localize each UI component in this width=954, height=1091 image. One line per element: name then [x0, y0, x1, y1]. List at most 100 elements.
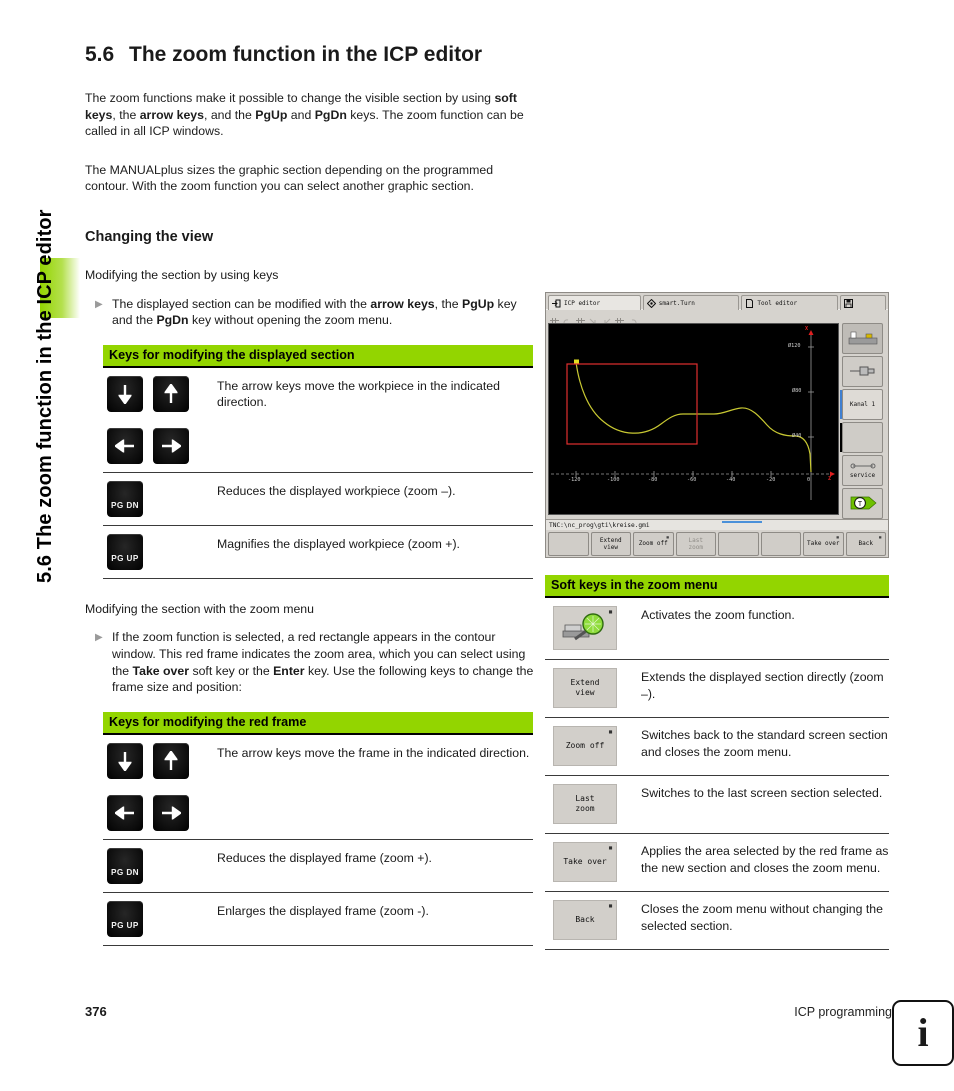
y-tick-label: Ø40	[792, 433, 802, 439]
page-down-key-icon[interactable]: PG DN	[107, 480, 143, 517]
softkey-extend-view[interactable]: Extend view	[590, 532, 631, 556]
y-tick-label: Ø80	[792, 388, 802, 394]
x-tick-label: -40	[726, 477, 736, 483]
pg-dn-label: PG DN	[111, 500, 139, 510]
softkey-label: Zoom off	[565, 741, 605, 750]
softkey-last-zoom[interactable]: Last zoom	[675, 532, 716, 556]
key-group	[103, 742, 217, 779]
softkey-last-zoom[interactable]: Last zoom	[553, 784, 617, 824]
grid-icon[interactable]	[576, 312, 585, 327]
left-column: 5.6 The zoom function in the ICP editor …	[85, 42, 535, 946]
tab-smart-turn[interactable]: smart.Turn	[642, 295, 740, 310]
tab-label: ICP editor	[564, 299, 601, 307]
tab-label: Tool editor	[757, 299, 798, 307]
softkey-blank-3[interactable]	[760, 532, 801, 556]
table-header: Keys for modifying the red frame	[103, 711, 533, 735]
diagonal-arrow-icon[interactable]	[602, 312, 611, 325]
softkey-take-over[interactable]: ▪ Take over	[803, 532, 844, 556]
manual-page: 5.6 The zoom function in the ICP editor …	[0, 0, 954, 1091]
intro-p1-f: PgUp	[255, 107, 288, 122]
table-cell-text	[217, 795, 533, 831]
table-keys-displayed-section: Keys for modifying the displayed section…	[103, 344, 533, 579]
arrow-right-icon[interactable]	[153, 794, 189, 831]
softkey-label: Zoom off	[638, 540, 668, 548]
b1-b: arrow keys	[370, 296, 435, 311]
info-icon: i	[892, 1000, 954, 1066]
softkey-blank-1[interactable]	[548, 532, 589, 556]
tab-icp-editor[interactable]: ICP editor	[548, 295, 641, 310]
softkey-label: Extend view	[599, 536, 622, 552]
status-bar-path: TNC:\nc_prog\gti\kreise.gmi	[546, 519, 888, 530]
softkey-mark-icon: ▪	[608, 901, 613, 910]
vkey-label: service	[849, 472, 876, 479]
tab-tool-editor[interactable]: Tool editor	[741, 295, 838, 310]
page-number: 376	[85, 1004, 107, 1019]
table-cell-text: Reduces the displayed frame (zoom +).	[217, 850, 432, 865]
b1-c: , the	[434, 296, 463, 311]
t-key-icon: T	[847, 495, 879, 513]
grid-icon[interactable]	[615, 312, 624, 327]
machine-mode-key[interactable]	[842, 323, 883, 354]
table-row: ▪ Activates the zoom function.	[545, 598, 889, 660]
table-cell-text: Activates the zoom function.	[641, 608, 795, 622]
grid-icon[interactable]	[550, 312, 559, 327]
softkey-label: Take over	[563, 857, 607, 866]
key-group: PG UP	[103, 533, 217, 570]
x-tick-label: -20	[766, 477, 776, 483]
arrow-right-icon[interactable]	[153, 427, 189, 464]
rotate-ccw-icon[interactable]	[563, 312, 572, 327]
softkey-blank-2[interactable]	[718, 532, 759, 556]
arrow-into-box-icon	[552, 299, 561, 308]
service-key[interactable]: service	[842, 455, 883, 486]
table-row: The arrow keys move the frame in the ind…	[103, 735, 533, 787]
tab-label: smart.Turn	[658, 299, 695, 307]
softkey-extend-view[interactable]: Extend view	[553, 668, 617, 708]
arrow-up-icon[interactable]	[153, 742, 189, 779]
contour-graphic[interactable]: -120 -100 -80 -60 -40 -20 0 Ø120 Ø80 Ø40…	[548, 323, 839, 515]
softkey-take-over[interactable]: ▪ Take over	[553, 842, 617, 882]
table-cell-text: Magnifies the displayed workpiece (zoom …	[217, 536, 460, 551]
tool-key[interactable]	[842, 356, 883, 387]
intro-p1-g: and	[287, 107, 315, 122]
horizontal-softkey-bar: Extend view ▪ Zoom off Last zoom ▪ Take ov…	[546, 530, 888, 558]
arrow-down-icon[interactable]	[107, 375, 143, 412]
softkey-cell: ▪ Take over	[545, 842, 641, 882]
b2-d: Enter	[273, 663, 305, 678]
pg-up-label: PG UP	[111, 920, 139, 930]
table-row: PG DN Reduces the displayed frame (zoom …	[103, 840, 533, 893]
info-glyph: i	[917, 1010, 929, 1055]
section-number: 5.6	[85, 43, 115, 66]
t-key[interactable]: T	[842, 488, 883, 519]
softkey-zoom-off[interactable]: ▪ Zoom off	[553, 726, 617, 766]
subheading-changing-the-view: Changing the view	[85, 228, 214, 245]
channel-key[interactable]: Kanal 1	[840, 389, 883, 420]
b2-b: Take over	[132, 663, 190, 678]
page-down-key-icon[interactable]: PG DN	[107, 847, 143, 884]
table-row: Extend view Extends the displayed sectio…	[545, 660, 889, 718]
softkey-mark-icon: ▪	[608, 843, 613, 852]
table-keys-red-frame: Keys for modifying the red frame The arr…	[103, 711, 533, 946]
tab-save[interactable]	[839, 295, 887, 310]
diagonal-arrow-icon[interactable]	[589, 312, 598, 325]
page-up-key-icon[interactable]: PG UP	[107, 900, 143, 937]
arrow-up-icon[interactable]	[153, 375, 189, 412]
page-up-key-icon[interactable]: PG UP	[107, 533, 143, 570]
blank-key[interactable]	[840, 422, 883, 453]
key-group: PG UP	[103, 900, 217, 937]
y-axis-label: X	[805, 326, 809, 332]
rotate-cw-icon[interactable]	[628, 312, 637, 327]
table-row	[103, 420, 533, 473]
softkey-zoom-off[interactable]: ▪ Zoom off	[633, 532, 674, 556]
scroll-indicator[interactable]	[722, 521, 762, 523]
softkey-back[interactable]: ▪ Back	[845, 532, 886, 556]
arrow-left-icon[interactable]	[107, 427, 143, 464]
table-row: ▪ Take over Applies the area selected by…	[545, 834, 889, 892]
softkey-mark-icon: ▪	[835, 534, 840, 541]
arrow-left-icon[interactable]	[107, 794, 143, 831]
b1-d: PgUp	[462, 296, 495, 311]
softkey-back[interactable]: ▪ Back	[553, 900, 617, 940]
softkey-activate-zoom[interactable]: ▪	[553, 606, 617, 650]
x-tick-label: -60	[687, 477, 697, 483]
arrow-down-icon[interactable]	[107, 742, 143, 779]
save-disk-icon	[843, 298, 853, 308]
